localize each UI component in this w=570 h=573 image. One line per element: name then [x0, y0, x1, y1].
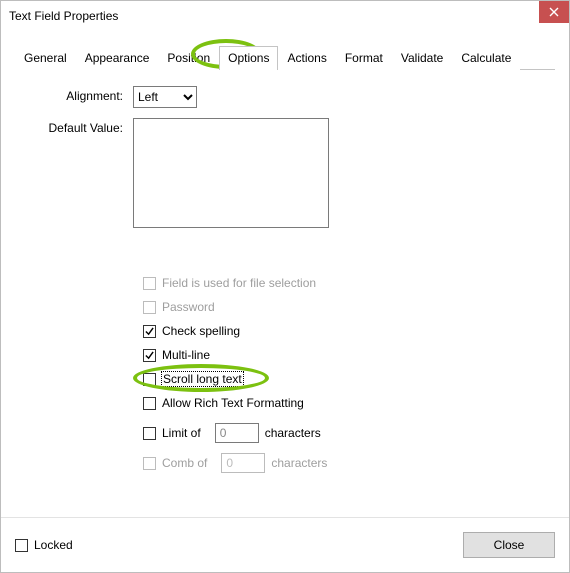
- tab-options[interactable]: Options: [219, 46, 278, 70]
- cb-comb-label: Comb of: [162, 456, 207, 470]
- cb-multiline[interactable]: [143, 349, 156, 362]
- tab-position[interactable]: Position: [158, 46, 219, 70]
- window-close-button[interactable]: [539, 1, 569, 23]
- cb-password-row: Password: [143, 295, 555, 319]
- tab-general[interactable]: General: [15, 46, 76, 70]
- close-icon: [549, 7, 559, 17]
- cb-rich-text[interactable]: [143, 397, 156, 410]
- cb-file-selection-label: Field is used for file selection: [162, 276, 316, 290]
- cb-comb-row: Comb of characters: [143, 451, 555, 475]
- cb-file-selection-row: Field is used for file selection: [143, 271, 555, 295]
- cb-locked[interactable]: [15, 539, 28, 552]
- cb-check-spelling[interactable]: [143, 325, 156, 338]
- comb-input: [221, 453, 265, 473]
- tab-format[interactable]: Format: [336, 46, 392, 70]
- window-title: Text Field Properties: [9, 9, 118, 23]
- tab-actions[interactable]: Actions: [278, 46, 335, 70]
- cb-check-spelling-row: Check spelling: [143, 319, 555, 343]
- cb-rich-text-label[interactable]: Allow Rich Text Formatting: [162, 396, 304, 410]
- tab-appearance[interactable]: Appearance: [76, 46, 159, 70]
- dialog-window: Text Field Properties General Appearance…: [0, 0, 570, 573]
- cb-limit-row: Limit of characters: [143, 421, 555, 445]
- comb-suffix: characters: [271, 456, 327, 470]
- cb-file-selection: [143, 277, 156, 290]
- dialog-footer: Locked Close: [1, 517, 569, 572]
- tab-bar: General Appearance Position Options Acti…: [15, 45, 555, 70]
- default-value-textarea[interactable]: [133, 118, 329, 228]
- cb-scroll-long-text-label[interactable]: Scroll long text: [162, 372, 243, 386]
- cb-locked-label[interactable]: Locked: [34, 538, 73, 552]
- tab-calculate[interactable]: Calculate: [452, 46, 520, 70]
- alignment-label: Alignment:: [15, 86, 133, 103]
- cb-locked-row: Locked: [15, 538, 73, 552]
- cb-multiline-row: Multi-line: [143, 343, 555, 367]
- cb-comb: [143, 457, 156, 470]
- cb-rich-text-row: Allow Rich Text Formatting: [143, 391, 555, 415]
- cb-limit-label[interactable]: Limit of: [162, 426, 201, 440]
- cb-multiline-label[interactable]: Multi-line: [162, 348, 210, 362]
- row-default-value: Default Value:: [15, 118, 555, 231]
- cb-password: [143, 301, 156, 314]
- cb-scroll-long-text-row: Scroll long text: [143, 367, 555, 391]
- tab-validate[interactable]: Validate: [392, 46, 452, 70]
- limit-input[interactable]: [215, 423, 259, 443]
- cb-scroll-long-text[interactable]: [143, 373, 156, 386]
- cb-limit[interactable]: [143, 427, 156, 440]
- cb-password-label: Password: [162, 300, 215, 314]
- alignment-select[interactable]: Left: [133, 86, 197, 108]
- default-value-label: Default Value:: [15, 118, 133, 135]
- limit-suffix: characters: [265, 426, 321, 440]
- titlebar: Text Field Properties: [1, 1, 569, 31]
- row-alignment: Alignment: Left: [15, 86, 555, 108]
- dialog-body: General Appearance Position Options Acti…: [1, 31, 569, 517]
- cb-check-spelling-label[interactable]: Check spelling: [162, 324, 240, 338]
- close-button[interactable]: Close: [463, 532, 555, 558]
- checkbox-section: Field is used for file selection Passwor…: [143, 271, 555, 475]
